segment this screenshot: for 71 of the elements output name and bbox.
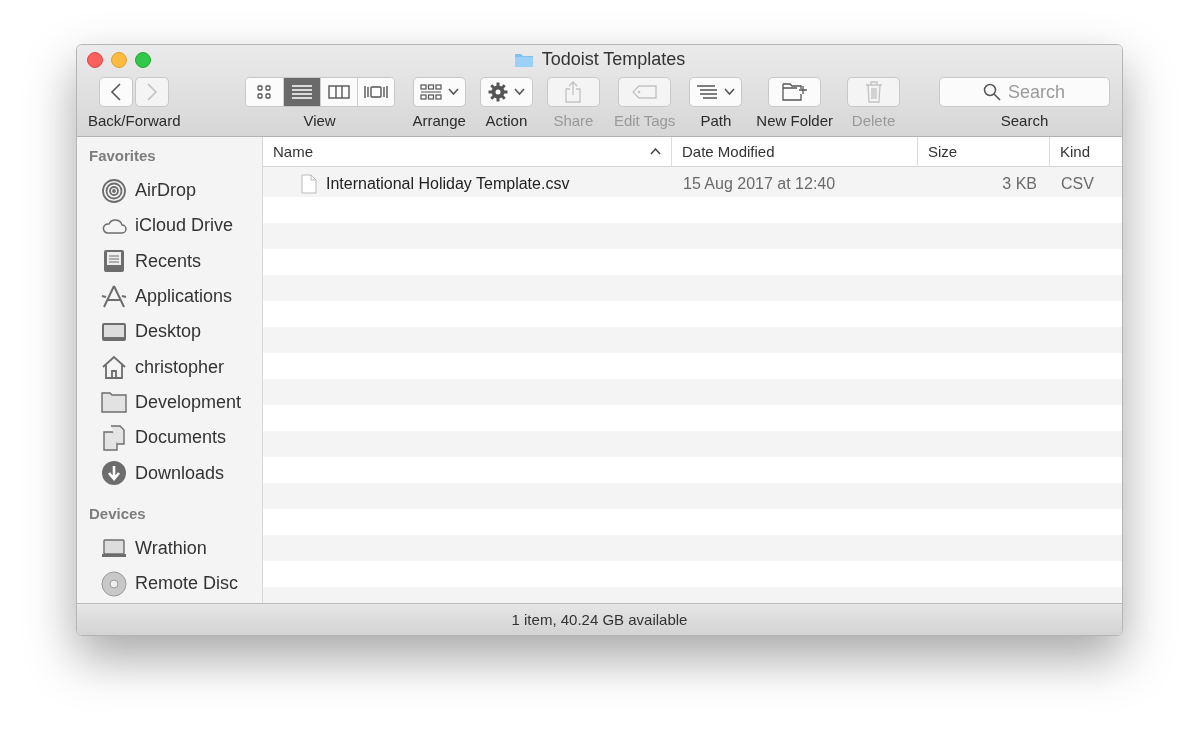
sidebar-item[interactable]: christopher [135,356,225,378]
toolbar-button[interactable] [768,77,822,107]
search-icon [983,83,1001,101]
chevron-right-icon [146,82,159,102]
dropdown-button[interactable] [479,77,533,107]
back-button[interactable] [99,77,134,107]
sidebar-item[interactable]: Documents [135,427,227,449]
sidebar-item[interactable]: Recents [135,250,202,272]
section-header: Devices [89,504,147,524]
table-cell: 15 Aug 2017 at 12:40 [683,175,836,193]
dropdown-button[interactable] [412,77,466,107]
download-icon [101,460,127,486]
toolbar-label: Share [553,111,594,131]
toolbar-label: New Folder [756,111,834,131]
cover-flow-icon [362,84,389,100]
icon-view-icon [256,84,273,100]
sidebar-item[interactable]: Wrathion [135,537,207,559]
disc-icon [101,570,127,597]
sidebar-item[interactable]: Remote Disc [135,573,239,595]
sidebar-item[interactable]: AirDrop [135,180,196,202]
folder-icon [101,389,127,416]
sidebar-item[interactable]: Applications [135,286,233,308]
share-icon [564,81,583,103]
airdrop-icon [101,177,127,204]
column-header[interactable]: Kind [1049,137,1122,166]
column-header[interactable]: Name [263,137,671,166]
view-segmented-control[interactable] [244,77,395,107]
tag-icon [631,84,658,100]
toolbar-label: Back/Forward [88,111,181,131]
window-title: Todoist Templates [541,49,686,70]
home-icon [101,354,127,381]
chevron-down-icon [447,88,459,96]
search-field[interactable]: Search [939,77,1110,107]
status-text: 1 item, 40.24 GB available [511,611,688,628]
grid-icon [419,84,442,100]
list-icon [696,84,719,100]
sidebar-item[interactable]: Desktop [135,321,202,343]
toolbar-label: Arrange [412,111,466,131]
table-cell: 3 KB [1002,175,1037,193]
toolbar-label: Path [700,111,732,131]
toolbar-label: View [303,111,336,131]
documents-icon [101,424,127,451]
column-header[interactable]: Size [917,137,1049,166]
column-view-icon [327,84,350,100]
trash-icon [864,81,883,103]
view-mode-button[interactable] [356,78,394,106]
folder-icon [513,51,534,68]
settings-icon [487,82,508,102]
zoom-button[interactable] [135,52,151,68]
close-button[interactable] [87,52,103,68]
dropdown-button[interactable] [689,77,743,107]
sidebar-item[interactable]: Development [135,391,242,413]
toolbar-label: Search [1000,111,1049,131]
section-header: Favorites [89,147,157,166]
sidebar-item[interactable]: iCloud Drive [135,215,234,237]
chevron-left-icon [110,82,123,102]
list-view-icon [290,84,313,100]
file-name[interactable]: International Holiday Template.csv [326,175,570,193]
chevron-down-icon [513,88,525,96]
column-header[interactable]: Date Modified [671,137,917,166]
sidebar-item[interactable]: Downloads [135,462,225,484]
toolbar-label: Delete [851,111,896,131]
toolbar-label: Edit Tags [613,111,676,131]
table-cell: CSV [1061,175,1094,193]
document-icon [301,174,317,194]
new-folder-icon [781,82,808,102]
apps-icon [101,283,127,310]
view-mode-button[interactable] [282,78,320,106]
toolbar-label: Action [485,111,528,131]
chevron-down-icon [724,88,736,96]
tray-icon [101,248,127,275]
